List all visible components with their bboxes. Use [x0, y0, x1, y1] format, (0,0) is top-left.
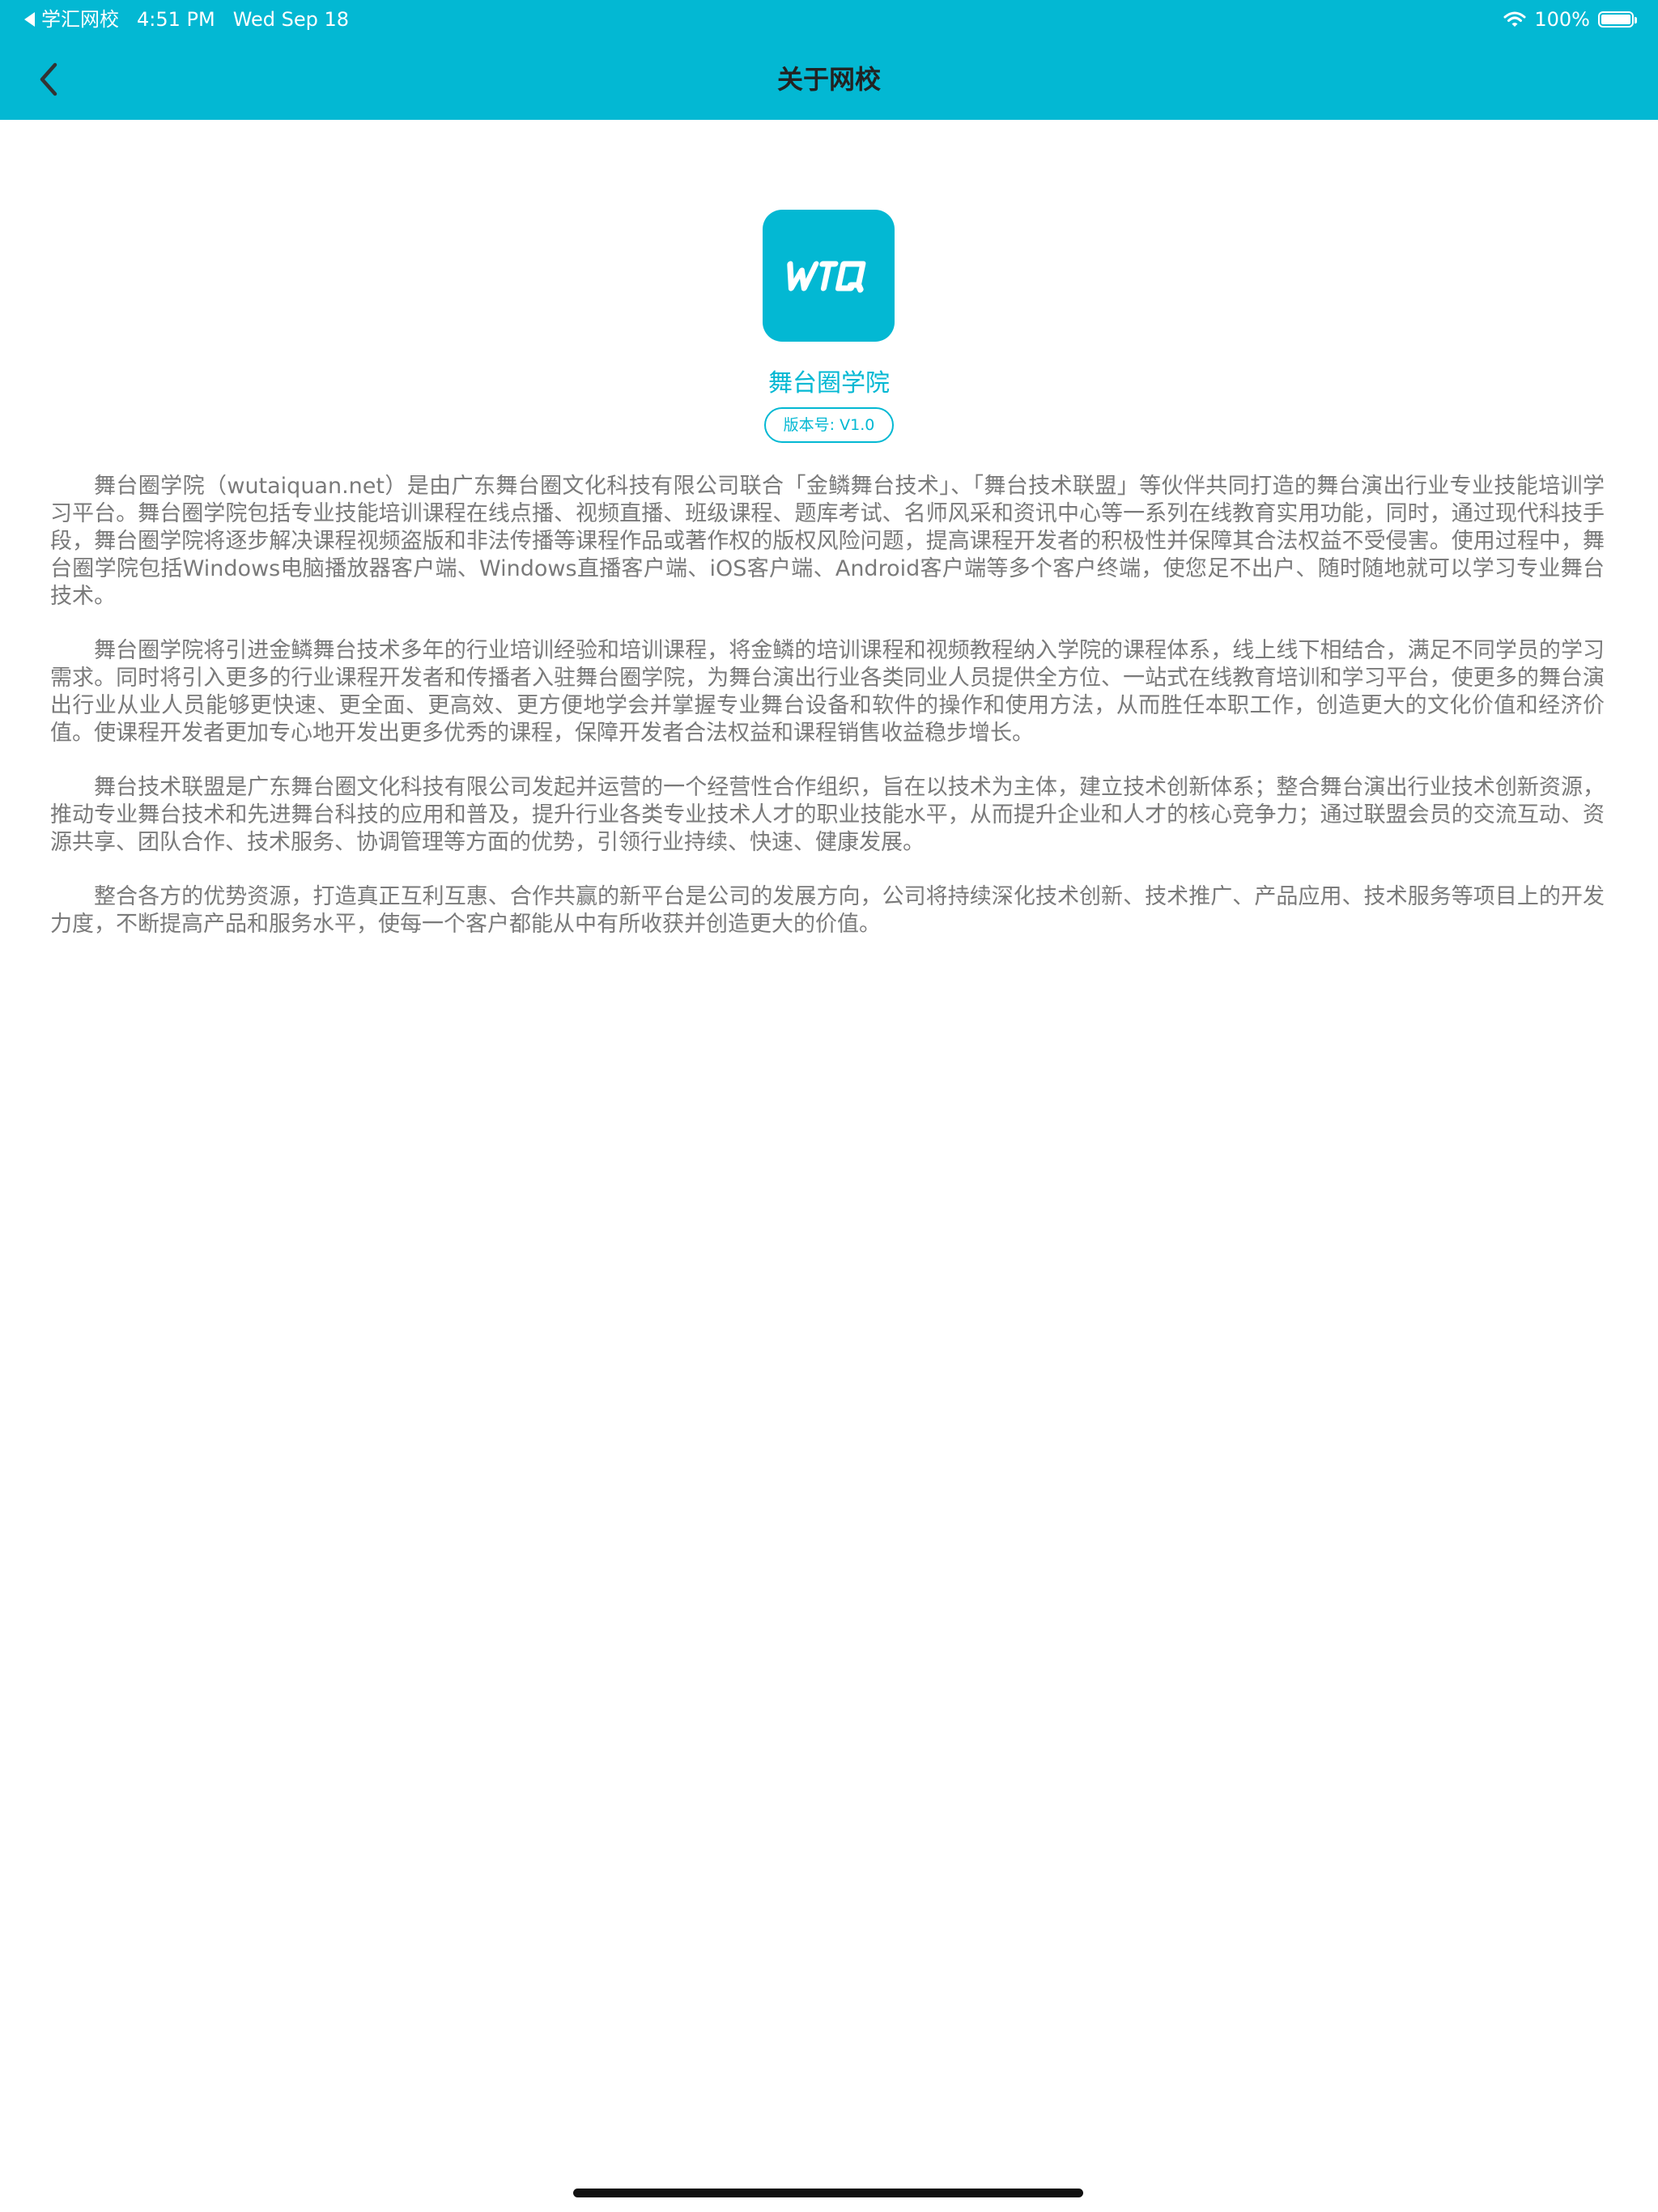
status-time: 4:51 PM: [137, 8, 215, 31]
home-indicator[interactable]: [573, 2189, 1083, 2197]
navigation-bar: 关于网校: [0, 39, 1658, 120]
status-date: Wed Sep 18: [232, 8, 350, 31]
back-app-label: 学汇网校: [41, 8, 119, 31]
back-triangle-icon: [24, 12, 35, 27]
article-paragraph: 整合各方的优势资源，打造真正互利互惠、合作共赢的新平台是公司的发展方向，公司将持…: [50, 884, 1605, 937]
app-logo: [763, 210, 895, 342]
article-paragraph: 舞台圈学院（wutaiquan.net）是由广东舞台圈文化科技有限公司联合「金鳞…: [50, 474, 1605, 609]
status-bar: 学汇网校 4:51 PM Wed Sep 18 100%: [0, 0, 1658, 39]
app-name: 舞台圈学院: [768, 369, 890, 398]
page-title: 关于网校: [776, 64, 881, 95]
status-bar-right: 100%: [1503, 0, 1637, 39]
wtq-logo-icon: [786, 261, 865, 292]
article-paragraph: 舞台技术联盟是广东舞台圈文化科技有限公司发起并运营的一个经营性合作组织，旨在以技…: [50, 775, 1605, 855]
battery-percent: 100%: [1534, 8, 1590, 31]
status-bar-left: 学汇网校 4:51 PM Wed Sep 18: [24, 0, 349, 39]
battery-icon: [1598, 11, 1637, 28]
article-paragraph: 舞台圈学院将引进金鳞舞台技术多年的行业培训经验和培训课程，将金鳞的培训课程和视频…: [50, 638, 1605, 746]
version-badge: 版本号: V1.0: [764, 407, 894, 443]
about-article: 舞台圈学院（wutaiquan.net）是由广东舞台圈文化科技有限公司联合「金鳞…: [50, 473, 1605, 965]
wifi-icon: [1503, 11, 1526, 28]
back-to-app-link[interactable]: 学汇网校: [24, 0, 119, 39]
top-bar: 学汇网校 4:51 PM Wed Sep 18 100% 关于网校: [0, 0, 1658, 120]
